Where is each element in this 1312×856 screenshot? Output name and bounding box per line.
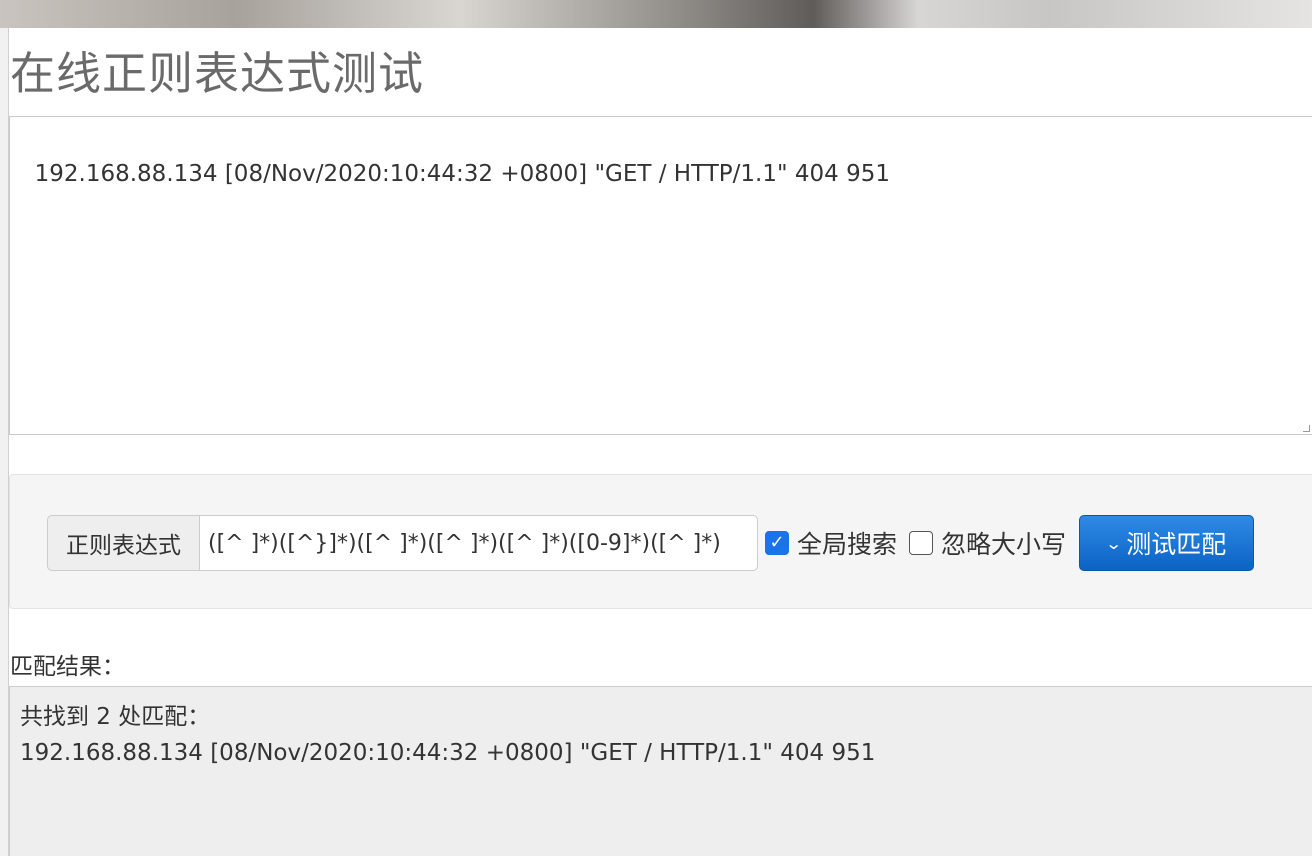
regex-control-panel: 正则表达式 ([^ ]*)([^}]*)([^ ]*)([^ ]*)([^ ]*… [9,474,1312,609]
left-sidebar-edge [0,28,9,856]
global-search-label: 全局搜索 [797,530,898,559]
result-box: 共找到 2 处匹配： 192.168.88.134 [08/Nov/2020:1… [9,686,1312,856]
result-heading: 匹配结果： [10,654,125,680]
chevron-down-icon: ⌄ [1104,533,1123,553]
regex-input-group: 正则表达式 ([^ ]*)([^}]*)([^ ]*)([^ ]*)([^ ]*… [47,515,758,571]
regex-label: 正则表达式 [47,515,199,571]
header-banner-image [0,0,1312,28]
ignore-case-label: 忽略大小写 [941,530,1067,559]
ignore-case-option[interactable]: 忽略大小写 [909,515,1066,571]
global-search-checkbox[interactable]: ✓ [765,531,789,555]
regex-input[interactable]: ([^ ]*)([^}]*)([^ ]*)([^ ]*)([^ ]*)([0-9… [199,515,758,571]
source-text: 192.168.88.134 [08/Nov/2020:10:44:32 +08… [34,161,890,187]
global-search-option[interactable]: ✓ 全局搜索 [765,515,897,571]
resize-handle-icon[interactable] [1303,425,1310,432]
source-text-area[interactable]: 192.168.88.134 [08/Nov/2020:10:44:32 +08… [9,116,1312,435]
test-match-label: 测试匹配 [1126,530,1227,559]
match-count-text: 共找到 2 处匹配： [20,704,211,730]
page-title: 在线正则表达式测试 [10,47,425,100]
test-match-button[interactable]: ⌄ 测试匹配 [1079,515,1254,571]
checkmark-icon: ✓ [769,532,785,553]
ignore-case-checkbox[interactable] [909,531,933,555]
match-result-line: 192.168.88.134 [08/Nov/2020:10:44:32 +08… [20,740,876,766]
